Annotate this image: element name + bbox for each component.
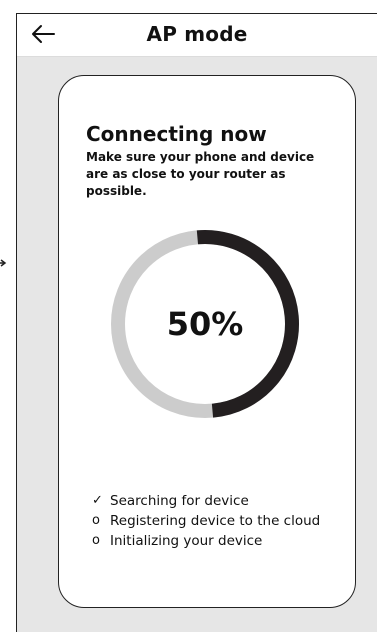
pending-bullet-icon: o (92, 533, 100, 548)
pending-bullet-icon: o (92, 513, 100, 528)
page-title: AP mode (146, 22, 248, 46)
phone-screen: AP mode Connecting now Make sure your ph… (16, 13, 377, 632)
step-item: o Registering device to the cloud (92, 511, 320, 531)
card-subtitle-line1: Make sure your phone and device (86, 150, 315, 164)
arrow-left-icon (32, 25, 55, 43)
step-label: Registering device to the cloud (110, 513, 321, 529)
back-button[interactable] (25, 18, 61, 50)
step-list: ✓ Searching for device o Registering dev… (92, 491, 320, 551)
step-label: Searching for device (110, 493, 249, 509)
checkmark-icon: ✓ (92, 493, 103, 508)
progress-percent: 50% (166, 305, 244, 343)
card-title: Connecting now (86, 122, 267, 146)
step-item: ✓ Searching for device (92, 491, 320, 511)
edge-arrow-icon (0, 255, 8, 271)
app-header: AP mode (17, 14, 377, 57)
connecting-card: Connecting now Make sure your phone and … (58, 75, 356, 608)
card-subtitle: Make sure your phone and device are as c… (86, 149, 348, 200)
step-label: Initializing your device (110, 533, 263, 549)
step-item: o Initializing your device (92, 531, 320, 551)
card-subtitle-line2: are as close to your router as possible. (86, 167, 286, 198)
